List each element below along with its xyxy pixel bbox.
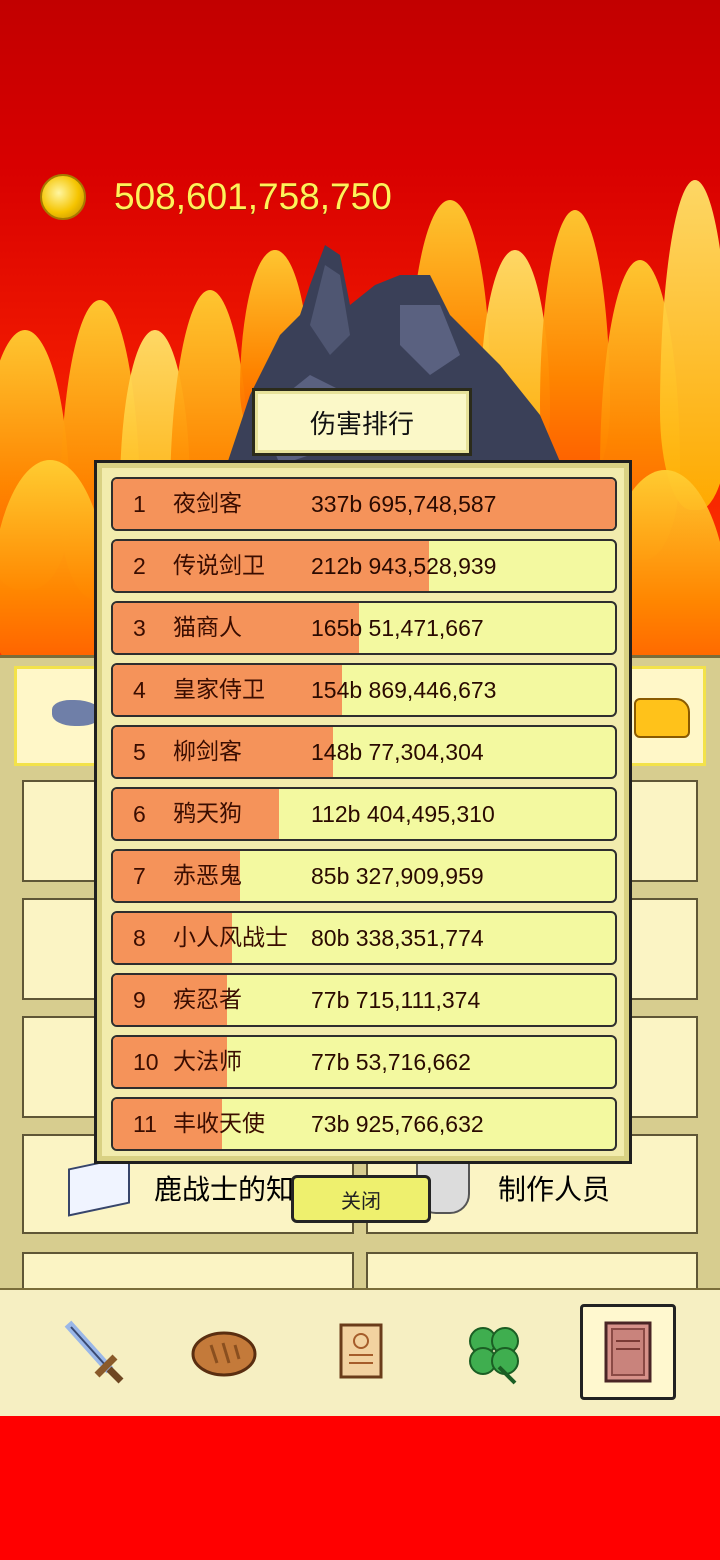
damage-value: 337b 695,748,587 <box>311 491 497 517</box>
ranking-row: 11 丰收天使 73b 925,766,632 <box>111 1097 617 1151</box>
book-icon <box>604 1321 652 1383</box>
rank-number: 5 <box>133 739 146 765</box>
bread-icon <box>191 1331 257 1377</box>
ranking-row: 6 鸦天狗 112b 404,495,310 <box>111 787 617 841</box>
ranking-row: 9 疾忍者 77b 715,111,374 <box>111 973 617 1027</box>
hero-name: 猫商人 <box>173 615 242 641</box>
rank-number: 7 <box>133 863 146 889</box>
gold-coin-icon <box>40 174 86 220</box>
cheese-icon <box>634 698 690 738</box>
hero-name: 夜剑客 <box>173 491 242 517</box>
nav-clover[interactable] <box>446 1304 542 1400</box>
damage-value: 73b 925,766,632 <box>311 1111 484 1137</box>
hero-name: 传说剑卫 <box>173 553 265 579</box>
bottom-nav <box>0 1288 720 1421</box>
hero-name: 丰收天使 <box>173 1111 265 1137</box>
hero-name: 皇家侍卫 <box>173 677 265 703</box>
ranking-row: 5 柳剑客 148b 77,304,304 <box>111 725 617 779</box>
ranking-row: 4 皇家侍卫 154b 869,446,673 <box>111 663 617 717</box>
nav-bread[interactable] <box>176 1304 272 1400</box>
hero-name: 大法师 <box>173 1049 242 1075</box>
gold-counter: 508,601,758,750 <box>40 172 392 222</box>
hero-name: 小人风战士 <box>173 925 288 951</box>
damage-value: 154b 869,446,673 <box>311 677 497 703</box>
ranking-row: 8 小人风战士 80b 338,351,774 <box>111 911 617 965</box>
rank-number: 1 <box>133 491 146 517</box>
hero-name: 鸦天狗 <box>173 801 242 827</box>
clover-icon <box>469 1327 519 1385</box>
scroll-icon <box>339 1323 383 1379</box>
ranking-list[interactable]: 1 夜剑客 337b 695,748,587 2 传说剑卫 212b 943,528,93… <box>111 477 619 1159</box>
rank-number: 6 <box>133 801 146 827</box>
ranking-dialog: 1 夜剑客 337b 695,748,587 2 传说剑卫 212b 943,528,93… <box>94 460 632 1164</box>
nav-book[interactable] <box>580 1304 676 1400</box>
credits-label: 制作人员 <box>498 1173 611 1206</box>
ranking-row: 7 赤恶鬼 85b 327,909,959 <box>111 849 617 903</box>
hero-name: 柳剑客 <box>173 739 242 765</box>
nav-sword[interactable] <box>44 1304 140 1400</box>
rank-number: 10 <box>133 1049 159 1075</box>
ranking-row: 1 夜剑客 337b 695,748,587 <box>111 477 617 531</box>
ranking-title-text: 伤害排行 <box>309 409 414 440</box>
ranking-row: 10 大法师 77b 53,716,662 <box>111 1035 617 1089</box>
close-button-label: 关闭 <box>341 1188 381 1213</box>
ranking-title: 伤害排行 <box>252 388 472 456</box>
close-button[interactable]: 关闭 <box>291 1175 431 1223</box>
damage-value: 77b 715,111,374 <box>311 987 481 1013</box>
hero-name: 疾忍者 <box>173 987 242 1013</box>
rank-number: 3 <box>133 615 146 641</box>
rank-number: 9 <box>133 987 146 1013</box>
damage-value: 77b 53,716,662 <box>311 1049 471 1075</box>
damage-value: 165b 51,471,667 <box>311 615 484 641</box>
ranking-row: 3 猫商人 165b 51,471,667 <box>111 601 617 655</box>
rank-number: 8 <box>133 925 146 951</box>
nav-scroll[interactable] <box>312 1304 408 1400</box>
damage-value: 85b 327,909,959 <box>311 863 484 889</box>
rank-number: 2 <box>133 553 146 579</box>
damage-value: 148b 77,304,304 <box>311 739 484 765</box>
rank-number: 4 <box>133 677 146 703</box>
hero-name: 赤恶鬼 <box>173 863 242 889</box>
damage-value: 112b 404,495,310 <box>311 801 495 827</box>
open-book-icon <box>68 1155 130 1217</box>
gold-amount: 508,601,758,750 <box>114 176 392 217</box>
damage-value: 80b 338,351,774 <box>311 925 484 951</box>
bottom-bar <box>0 1416 720 1560</box>
rank-number: 11 <box>133 1111 157 1137</box>
damage-value: 212b 943,528,939 <box>311 553 497 579</box>
ranking-row: 2 传说剑卫 212b 943,528,939 <box>111 539 617 593</box>
sword-icon <box>64 1320 124 1384</box>
